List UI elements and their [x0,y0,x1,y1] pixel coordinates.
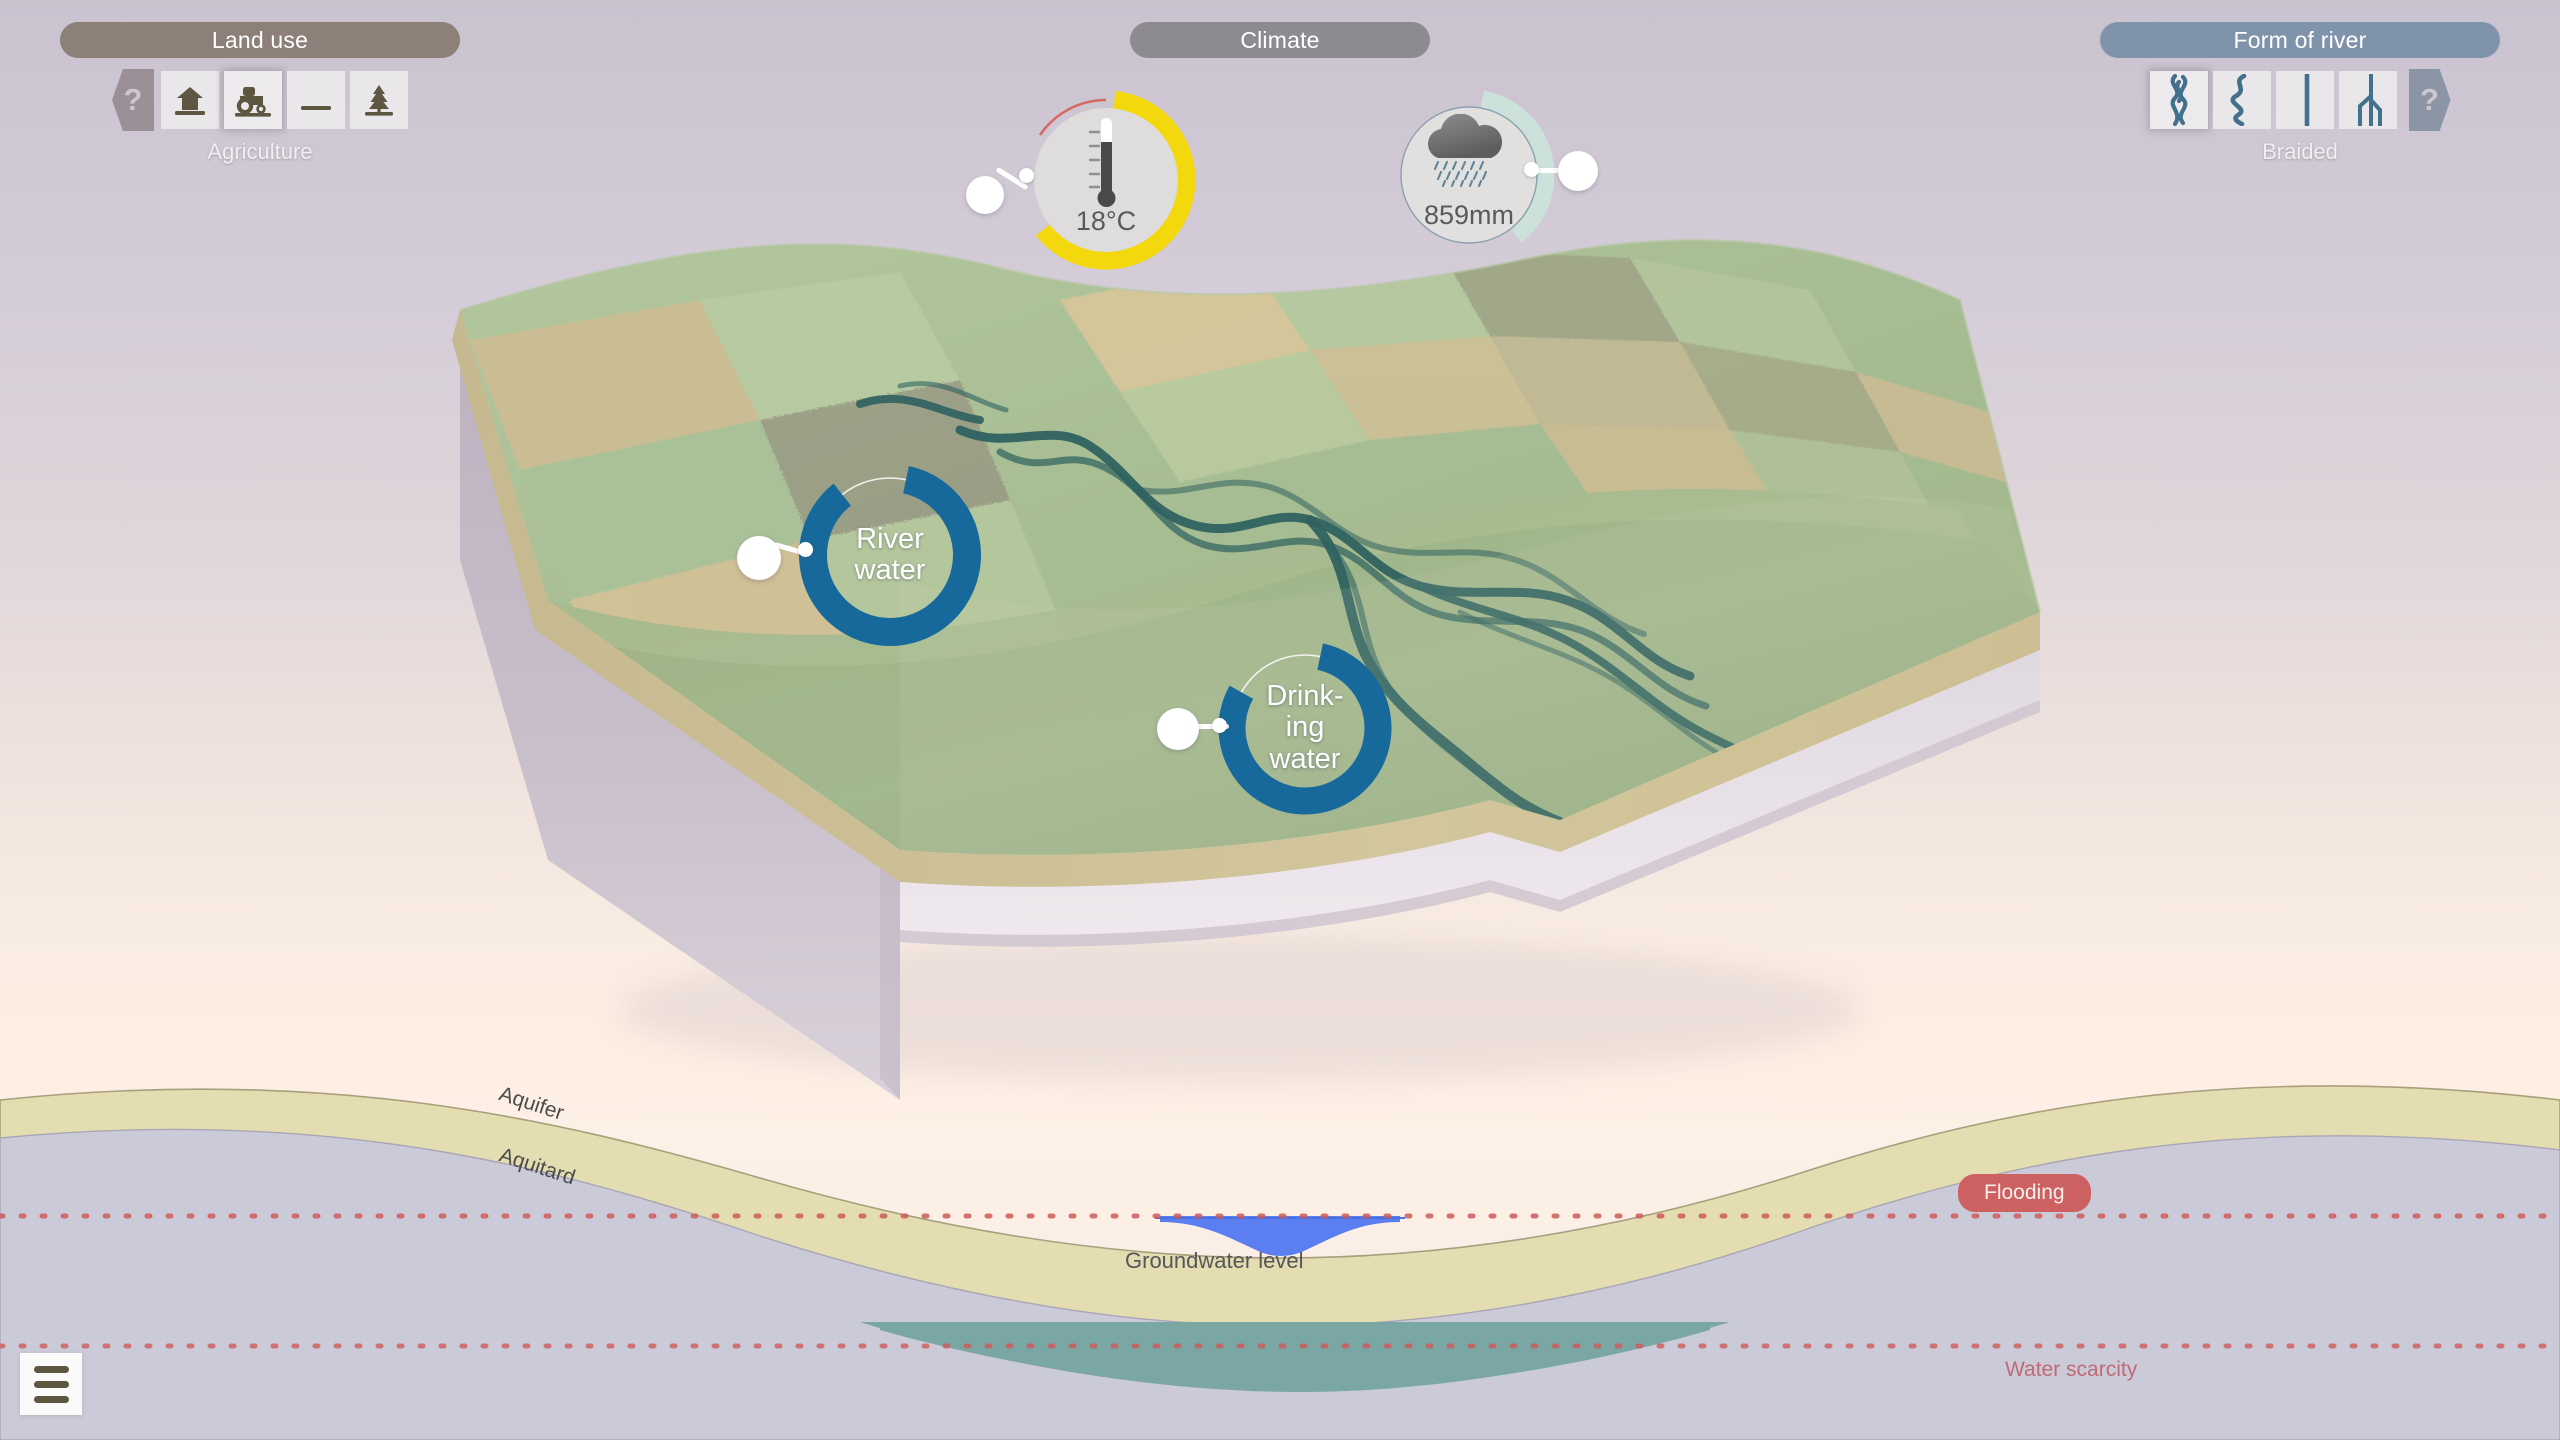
river-option-anastomosing[interactable] [2338,71,2397,129]
climate-panel: Climate [1130,0,1430,58]
river-water-arc [799,464,981,646]
land-use-options: ? [112,69,408,131]
land-use-help-button[interactable]: ? [112,69,154,131]
water-scarcity-label: Water scarcity [2005,1358,2138,1381]
precipitation-dial[interactable]: 859mm [1384,90,1598,260]
form-of-river-panel: Form of river ? Braided [2040,0,2560,165]
rain-cloud-icon [1428,114,1503,188]
question-mark-icon: ? [123,82,143,117]
drinking-water-knob[interactable] [1157,708,1199,750]
river-water-arc-handle[interactable] [798,542,813,557]
bare-ground-icon [301,106,331,110]
hamburger-menu-icon [33,1365,69,1373]
precipitation-knob[interactable] [1558,151,1598,191]
temperature-knob[interactable] [966,176,1004,214]
land-use-selected-label: Agriculture [207,139,313,164]
land-use-title: Land use [60,22,460,58]
straight-river-icon [2304,74,2309,126]
meandering-river-icon [2230,74,2246,126]
drinking-water-dial[interactable]: Drink- ing water [1157,638,1395,818]
river-option-braided[interactable] [2149,71,2208,129]
temperature-dial[interactable]: 18°C [966,90,1196,270]
house-icon [175,87,205,115]
drinking-water-arc-handle[interactable] [1212,718,1227,733]
land-use-option-forest[interactable] [350,71,408,129]
question-mark-icon: ? [2420,82,2439,117]
land-use-option-bare-ground[interactable] [287,71,345,129]
temperature-arc-handle[interactable] [1019,168,1034,183]
land-use-panel: Land use ? Agriculture [0,0,520,165]
braided-river-icon [2170,74,2187,126]
flooding-badge: Flooding [1958,1174,2091,1212]
form-of-river-options: ? [2149,69,2451,131]
river-water-dial[interactable]: River water [737,460,985,650]
temperature-value: 18°C [1075,206,1137,236]
hamburger-menu-icon-bar2 [33,1380,69,1388]
tractor-icon [235,87,271,117]
hamburger-menu-icon-bar3 [33,1395,69,1403]
river-option-meandering[interactable] [2212,71,2271,129]
climate-title: Climate [1130,22,1430,58]
form-of-river-title: Form of river [2100,22,2500,58]
drinking-water-arc [1218,641,1392,815]
river-option-straight[interactable] [2275,71,2334,129]
tree-icon [365,85,393,116]
form-of-river-help-button[interactable]: ? [2408,69,2451,131]
groundwater-level-label: Groundwater level [1125,1248,1304,1273]
land-use-option-settlement[interactable] [161,71,219,129]
precipitation-arc-handle[interactable] [1524,162,1539,177]
form-of-river-selected-label: Braided [2262,139,2338,164]
river-water-knob[interactable] [737,536,781,580]
hamburger-menu-button[interactable] [20,1353,82,1415]
anastomosing-river-icon [2357,74,2382,126]
land-use-option-agriculture[interactable] [224,71,282,129]
precipitation-value: 859mm [1423,200,1515,230]
